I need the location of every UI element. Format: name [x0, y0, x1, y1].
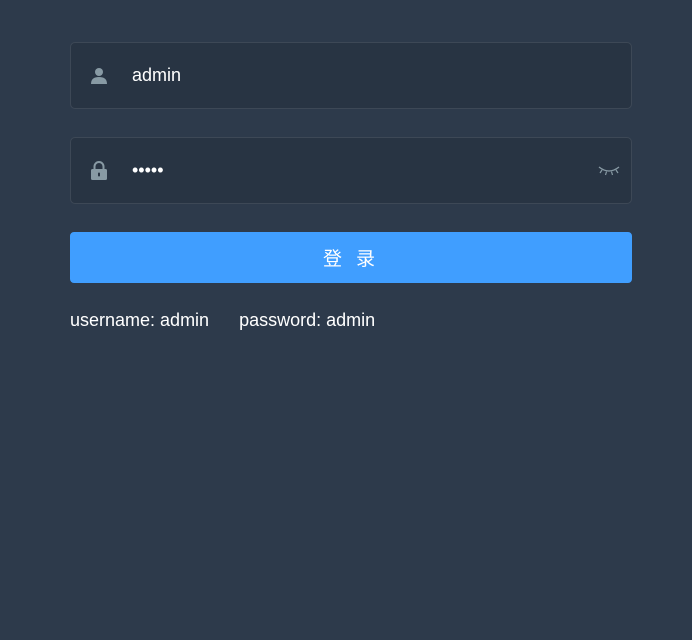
username-field [70, 42, 632, 109]
username-tip: username: admin [70, 310, 210, 330]
login-button[interactable]: 登 录 [70, 232, 632, 283]
password-tip: password: admin [239, 310, 376, 330]
password-field [70, 137, 632, 204]
user-icon [89, 43, 109, 108]
password-input[interactable] [132, 138, 592, 203]
login-form: 登 录 username: admin password: admin [70, 42, 632, 331]
login-tips: username: admin password: admin [70, 310, 632, 331]
lock-icon [89, 138, 109, 203]
eye-closed-icon[interactable] [597, 138, 621, 203]
username-input[interactable] [132, 43, 592, 108]
